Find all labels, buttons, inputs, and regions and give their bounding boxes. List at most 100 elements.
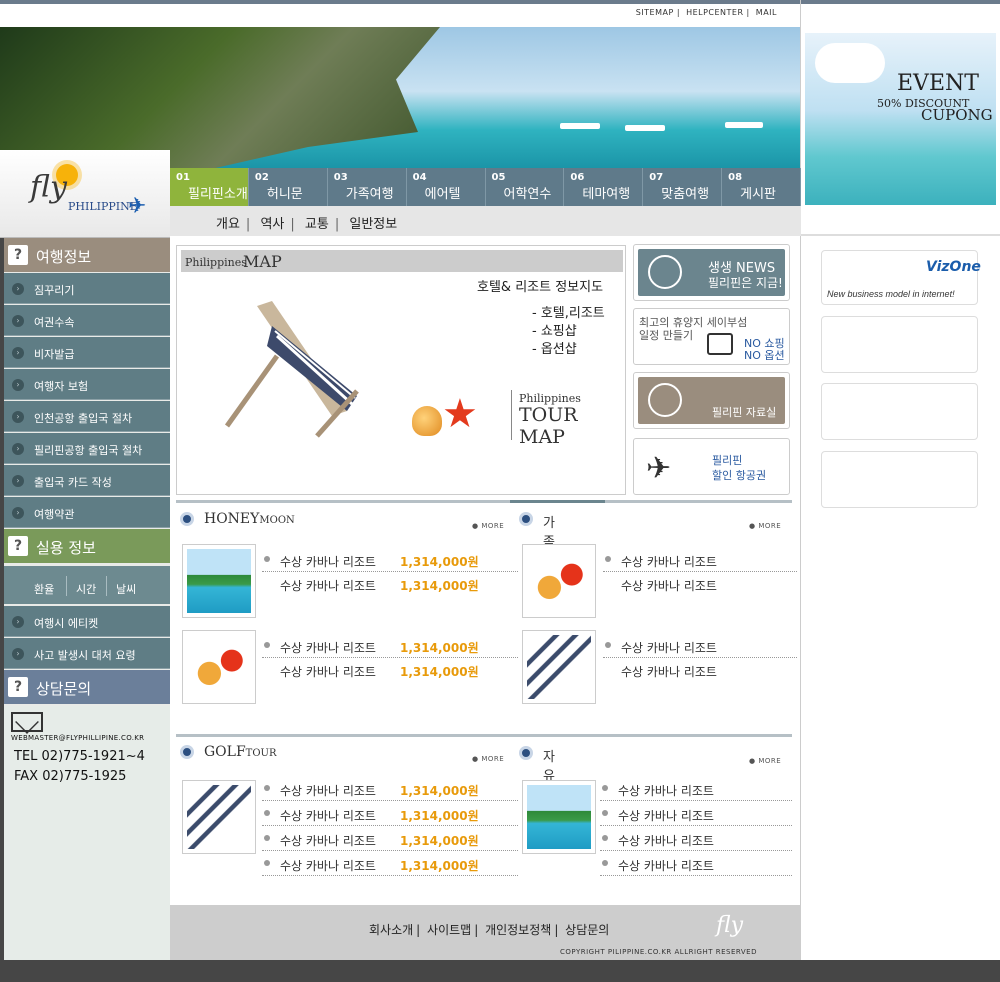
bullet-icon xyxy=(264,860,270,866)
item-name: 수상 카바나 리조트 xyxy=(280,784,376,798)
list-item[interactable]: 수상 카바나 리조트 xyxy=(600,777,792,801)
left-edge xyxy=(0,238,4,982)
list-item[interactable]: 수상 카바나 리조트 1,314,000원 xyxy=(262,658,518,682)
family-more[interactable]: ● MORE xyxy=(749,522,781,530)
subnav-transport[interactable]: 교통 xyxy=(305,217,329,232)
sidebar-item-etiquette[interactable]: › 여행시 에티켓 xyxy=(3,606,170,637)
list-item[interactable]: 수상 카바나 리조트 xyxy=(603,658,797,682)
vizone-banner[interactable]: VizOne New business model in internet! xyxy=(821,250,981,305)
news-button[interactable]: 생생 NEWS 필리핀은 지금! xyxy=(633,244,790,301)
travel-info-header: ? 여행정보 xyxy=(3,238,170,272)
list-item[interactable]: 수상 카바나 리조트 1,314,000원 xyxy=(262,634,518,658)
list-item[interactable]: 수상 카바나 리조트 xyxy=(600,852,792,876)
nav-item-language[interactable]: 05 어학연수 xyxy=(486,168,565,206)
helpcenter-link[interactable]: HELPCENTER xyxy=(686,8,743,17)
archive-button[interactable]: 필리핀 자료실 xyxy=(633,372,790,429)
sidebar-item-accident[interactable]: › 사고 발생시 대처 요령 xyxy=(3,638,170,669)
air-ticket-button[interactable]: ✈ 필리핀 할인 항공권 xyxy=(633,438,790,495)
sidebar-item-ph-airport[interactable]: › 필리핀공항 출입국 절차 xyxy=(3,433,170,464)
tab-exchange[interactable]: 환율 xyxy=(34,581,54,597)
free-travel-thumb[interactable] xyxy=(522,780,596,854)
golf-thumb[interactable] xyxy=(182,780,256,854)
honeymoon-thumb-1[interactable] xyxy=(182,544,256,618)
list-item[interactable]: 수상 카바나 리조트 xyxy=(600,827,792,851)
list-item[interactable]: 수상 카바나 리조트 1,314,000원 xyxy=(262,802,518,826)
site-logo[interactable]: fly PHILIPPINE ✈ xyxy=(0,150,170,238)
sidebar-item-label: 짐꾸리기 xyxy=(34,284,75,297)
nav-label: 가족여행 xyxy=(345,187,394,202)
tab-weather[interactable]: 날씨 xyxy=(116,581,136,597)
family-thumb-2[interactable] xyxy=(522,630,596,704)
subnav-overview[interactable]: 개요 xyxy=(216,217,240,232)
travel-info-title: 여행정보 xyxy=(36,248,92,266)
arrow-icon: › xyxy=(12,443,24,455)
sidebar-item-visa[interactable]: › 비자발급 xyxy=(3,337,170,368)
arrow-icon: › xyxy=(12,283,24,295)
sidebar-item-passport[interactable]: › 여권수속 xyxy=(3,305,170,336)
beach-chair-image xyxy=(527,635,591,699)
nav-item-family[interactable]: 03 가족여행 xyxy=(328,168,407,206)
golf-more[interactable]: ● MORE xyxy=(472,755,504,763)
beach-chair-image xyxy=(187,785,251,849)
sub-nav: 개요 | 역사 | 교통 | 일반정보 xyxy=(170,206,801,236)
footer-privacy[interactable]: 개인정보정책 xyxy=(485,923,551,937)
sidebar-item-card[interactable]: › 출입국 카드 작성 xyxy=(3,465,170,496)
contact-email[interactable]: WEBMASTER@FLYPHILLIPINE.CO.KR xyxy=(11,734,144,742)
question-icon: ? xyxy=(8,536,28,556)
footer: 회사소개 | 사이트맵 | 개인정보정책 | 상담문의 fly COPYRIGHT P… xyxy=(170,905,801,960)
contact-fax: FAX 02)775-1925 xyxy=(14,769,127,784)
mail-link[interactable]: MAIL xyxy=(756,8,777,17)
event-cupong: CUPONG xyxy=(921,106,993,124)
nav-item-theme[interactable]: 06 테마여행 xyxy=(564,168,644,206)
item-price: 1,314,000원 xyxy=(400,784,479,798)
family-thumb-1[interactable] xyxy=(522,544,596,618)
honeymoon-more[interactable]: ● MORE xyxy=(472,522,504,530)
nav-item-philippines[interactable]: 01 필리핀소개 xyxy=(170,168,249,206)
sidebar-item-label: 비자발급 xyxy=(34,348,75,361)
footer-sitemap[interactable]: 사이트맵 xyxy=(427,923,471,937)
nav-item-honeymoon[interactable]: 02 허니문 xyxy=(249,168,328,206)
list-item[interactable]: 수상 카바나 리조트 1,314,000원 xyxy=(262,548,518,572)
right-divider xyxy=(800,0,801,960)
sitemap-link[interactable]: SITEMAP xyxy=(636,8,674,17)
bullet-icon xyxy=(519,746,533,760)
honeymoon-thumb-2[interactable] xyxy=(182,630,256,704)
arrow-icon: › xyxy=(12,507,24,519)
banner-slot[interactable] xyxy=(821,451,978,508)
list-item[interactable]: 수상 카바나 리조트 xyxy=(603,548,797,572)
divider xyxy=(106,576,107,596)
sidebar-item-incheon[interactable]: › 인천공항 출입국 절차 xyxy=(3,401,170,432)
list-item[interactable]: 수상 카바나 리조트 xyxy=(603,572,797,596)
section-bar xyxy=(176,734,510,737)
item-name: 수상 카바나 리조트 xyxy=(280,809,376,823)
nav-item-board[interactable]: 08 게시판 xyxy=(722,168,801,206)
subnav-general[interactable]: 일반정보 xyxy=(349,217,397,232)
footer-contact[interactable]: 상담문의 xyxy=(565,923,609,937)
nav-item-airtel[interactable]: 04 에어텔 xyxy=(407,168,486,206)
banner-slot[interactable] xyxy=(821,383,978,440)
sidebar-item-terms[interactable]: › 여행약관 xyxy=(3,497,170,528)
list-item[interactable]: 수상 카바나 리조트 1,314,000원 xyxy=(262,852,518,876)
section-bar xyxy=(510,500,792,503)
list-item[interactable]: 수상 카바나 리조트 1,314,000원 xyxy=(262,777,518,801)
banner-slot[interactable] xyxy=(821,316,978,373)
list-item[interactable]: 수상 카바나 리조트 1,314,000원 xyxy=(262,572,518,596)
nav-item-custom[interactable]: 07 맞춤여행 xyxy=(643,168,723,206)
logo-fly: fly xyxy=(30,170,67,205)
event-banner[interactable]: EVENT 50% DISCOUNT CUPONG xyxy=(805,33,996,205)
schedule-button[interactable]: 최고의 휴양지 세이부섬 일정 만들기 NO 쇼핑 NO 옵션 xyxy=(633,308,790,365)
tab-time[interactable]: 시간 xyxy=(76,581,96,597)
tour-map-box[interactable]: Philippines MAP ★ 호텔& 리조트 정보지도 - 호텔,리조트 … xyxy=(176,245,626,495)
item-price: 1,314,000원 xyxy=(400,579,479,593)
nav-label: 게시판 xyxy=(740,187,777,202)
list-item[interactable]: 수상 카바나 리조트 xyxy=(600,802,792,826)
list-item[interactable]: 수상 카바나 리조트 xyxy=(603,634,797,658)
list-item[interactable]: 수상 카바나 리조트 1,314,000원 xyxy=(262,827,518,851)
footer-company[interactable]: 회사소개 xyxy=(369,923,413,937)
subnav-history[interactable]: 역사 xyxy=(260,217,284,232)
sidebar-item-packing[interactable]: › 짐꾸리기 xyxy=(3,273,170,304)
sidebar-item-insurance[interactable]: › 여행자 보험 xyxy=(3,369,170,400)
item-name: 수상 카바나 리조트 xyxy=(280,555,376,569)
free-travel-more[interactable]: ● MORE xyxy=(749,757,781,765)
nav-label: 허니문 xyxy=(266,187,303,202)
